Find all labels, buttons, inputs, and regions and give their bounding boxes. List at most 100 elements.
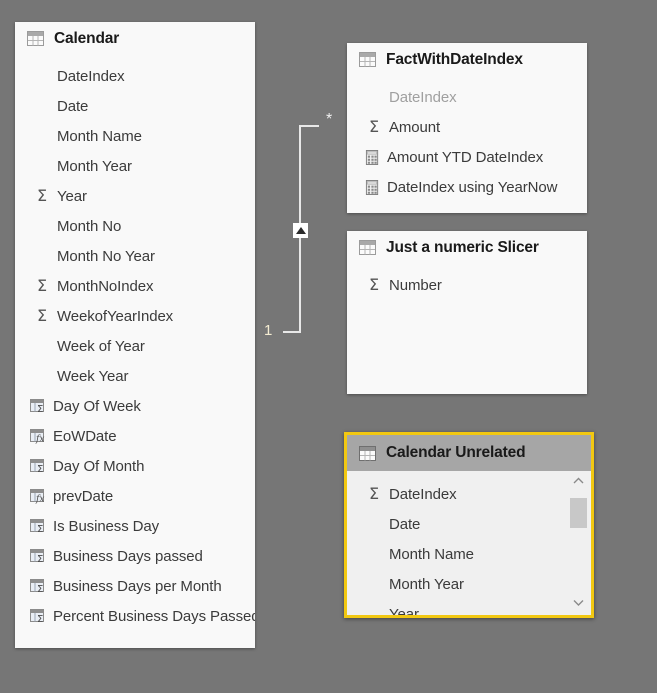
field-row[interactable]: DateIndex [347, 82, 587, 112]
table-card-calendar[interactable]: Calendar DateIndex Date Month Name Month… [15, 22, 255, 648]
field-row[interactable]: DateIndex [15, 61, 255, 91]
field-row[interactable]: Σ Percent Business Days Passed [15, 601, 255, 631]
field-row[interactable]: Σ DateIndex [347, 479, 591, 509]
sigma-icon: Σ [36, 306, 48, 325]
field-row[interactable]: Σ Business Days passed [15, 541, 255, 571]
table-icon [359, 240, 376, 255]
field-name: DateIndex using YearNow [387, 178, 558, 196]
svg-text:Σ: Σ [37, 464, 43, 474]
field-name: Week Year [57, 367, 129, 385]
field-row[interactable]: Week Year [15, 361, 255, 391]
field-name: Amount YTD DateIndex [387, 148, 544, 166]
field-row[interactable]: Σ Year [15, 181, 255, 211]
field-row[interactable]: Month No [15, 211, 255, 241]
field-name: Month Name [389, 545, 474, 563]
measure-icon [363, 148, 381, 166]
field-row[interactable]: Σ Is Business Day [15, 511, 255, 541]
chevron-down-icon[interactable] [569, 593, 588, 612]
field-row[interactable]: Σ Amount [347, 112, 587, 142]
table-header-factwithdateindex[interactable]: FactWithDateIndex [347, 43, 587, 76]
calc-column-fx-icon: fx [29, 427, 47, 445]
field-row[interactable]: Σ Day Of Month [15, 451, 255, 481]
svg-text:Σ: Σ [37, 614, 43, 624]
svg-text:Σ: Σ [37, 554, 43, 564]
calc-column-sigma-icon: Σ [29, 397, 47, 415]
table-card-calendar-unrelated[interactable]: Calendar Unrelated Σ DateIndex Date Mont… [344, 432, 594, 618]
sigma-icon: Σ [368, 275, 380, 294]
sigma-icon: Σ [36, 276, 48, 295]
field-row[interactable]: fx EoWDate [15, 421, 255, 451]
calc-column-sigma-icon: Σ [29, 517, 47, 535]
relationship-one-label: 1 [264, 322, 273, 339]
field-name: Month Year [57, 157, 132, 175]
field-row[interactable]: Month Year [15, 151, 255, 181]
sigma-icon: Σ [368, 484, 380, 503]
field-name: Is Business Day [53, 517, 160, 535]
table-card-factwithdateindex[interactable]: FactWithDateIndex DateIndex Σ Amount Amo… [347, 43, 587, 213]
field-list-factwithdateindex: DateIndex Σ Amount Amount YTD DateIndex … [347, 76, 587, 202]
table-icon [359, 445, 376, 461]
field-name: EoWDate [53, 427, 117, 445]
field-row[interactable]: fx prevDate [15, 481, 255, 511]
field-row[interactable]: Week of Year [15, 331, 255, 361]
field-row[interactable]: Amount YTD DateIndex [347, 142, 587, 172]
calc-column-fx-icon: fx [29, 487, 47, 505]
field-row[interactable]: Month Year [347, 569, 591, 599]
field-row[interactable]: Month Name [15, 121, 255, 151]
field-name: DateIndex [389, 88, 457, 106]
field-row[interactable]: Σ Business Days per Month [15, 571, 255, 601]
field-name: Day Of Week [53, 397, 141, 415]
field-row[interactable]: Σ Number [347, 270, 587, 300]
field-row[interactable]: Date [15, 91, 255, 121]
field-row[interactable]: Σ MonthNoIndex [15, 271, 255, 301]
field-row[interactable]: Year [347, 599, 591, 618]
table-header-calendar[interactable]: Calendar [15, 22, 255, 55]
scrollbar-thumb[interactable] [570, 498, 587, 528]
field-name: Month Name [57, 127, 142, 145]
svg-text:Σ: Σ [37, 524, 43, 534]
table-header-calendar-unrelated[interactable]: Calendar Unrelated [347, 435, 591, 471]
table-header-just-a-numeric-slicer[interactable]: Just a numeric Slicer [347, 231, 587, 264]
table-card-just-a-numeric-slicer[interactable]: Just a numeric Slicer Σ Number [347, 231, 587, 394]
vertical-scrollbar[interactable] [569, 471, 588, 612]
table-icon [27, 31, 44, 46]
field-name: WeekofYearIndex [57, 307, 174, 325]
model-view-canvas[interactable]: * 1 Calendar DateIndex Date Month Name M… [0, 0, 657, 693]
table-title: Calendar [54, 29, 120, 47]
field-name: MonthNoIndex [57, 277, 154, 295]
field-name: DateIndex [389, 485, 457, 503]
field-name: Month No Year [57, 247, 155, 265]
table-title: Calendar Unrelated [386, 444, 526, 461]
field-row[interactable]: Month Name [347, 539, 591, 569]
field-name: Percent Business Days Passed [53, 607, 255, 625]
table-title: Just a numeric Slicer [386, 238, 539, 256]
field-name: Amount [389, 118, 441, 136]
measure-icon [363, 178, 381, 196]
svg-text:fx: fx [35, 495, 44, 505]
field-row[interactable]: DateIndex using YearNow [347, 172, 587, 202]
field-name: Month Year [389, 575, 464, 593]
field-list-calendar-unrelated: Σ DateIndex Date Month Name Month Year Y… [347, 471, 591, 618]
field-row[interactable]: Σ Day Of Week [15, 391, 255, 421]
field-list-just-a-numeric-slicer: Σ Number [347, 264, 587, 300]
svg-text:Σ: Σ [37, 404, 43, 414]
sigma-icon: Σ [36, 186, 48, 205]
sigma-icon: Σ [368, 117, 380, 136]
table-title: FactWithDateIndex [386, 50, 523, 68]
calc-column-sigma-icon: Σ [29, 547, 47, 565]
calc-column-sigma-icon: Σ [29, 457, 47, 475]
cross-filter-arrow-icon[interactable] [293, 223, 308, 238]
field-name: Week of Year [57, 337, 145, 355]
field-row[interactable]: Month No Year [15, 241, 255, 271]
field-row[interactable]: Date [347, 509, 591, 539]
field-name: Year [389, 605, 419, 618]
field-name: Month No [57, 217, 122, 235]
field-name: prevDate [53, 487, 114, 505]
calc-column-sigma-icon: Σ [29, 607, 47, 625]
calc-column-sigma-icon: Σ [29, 577, 47, 595]
field-row[interactable]: Σ WeekofYearIndex [15, 301, 255, 331]
svg-text:fx: fx [35, 435, 44, 445]
chevron-up-icon[interactable] [569, 471, 588, 490]
field-list-calendar: DateIndex Date Month Name Month Year Σ Y… [15, 55, 255, 631]
scrollbar-track[interactable] [569, 490, 588, 593]
